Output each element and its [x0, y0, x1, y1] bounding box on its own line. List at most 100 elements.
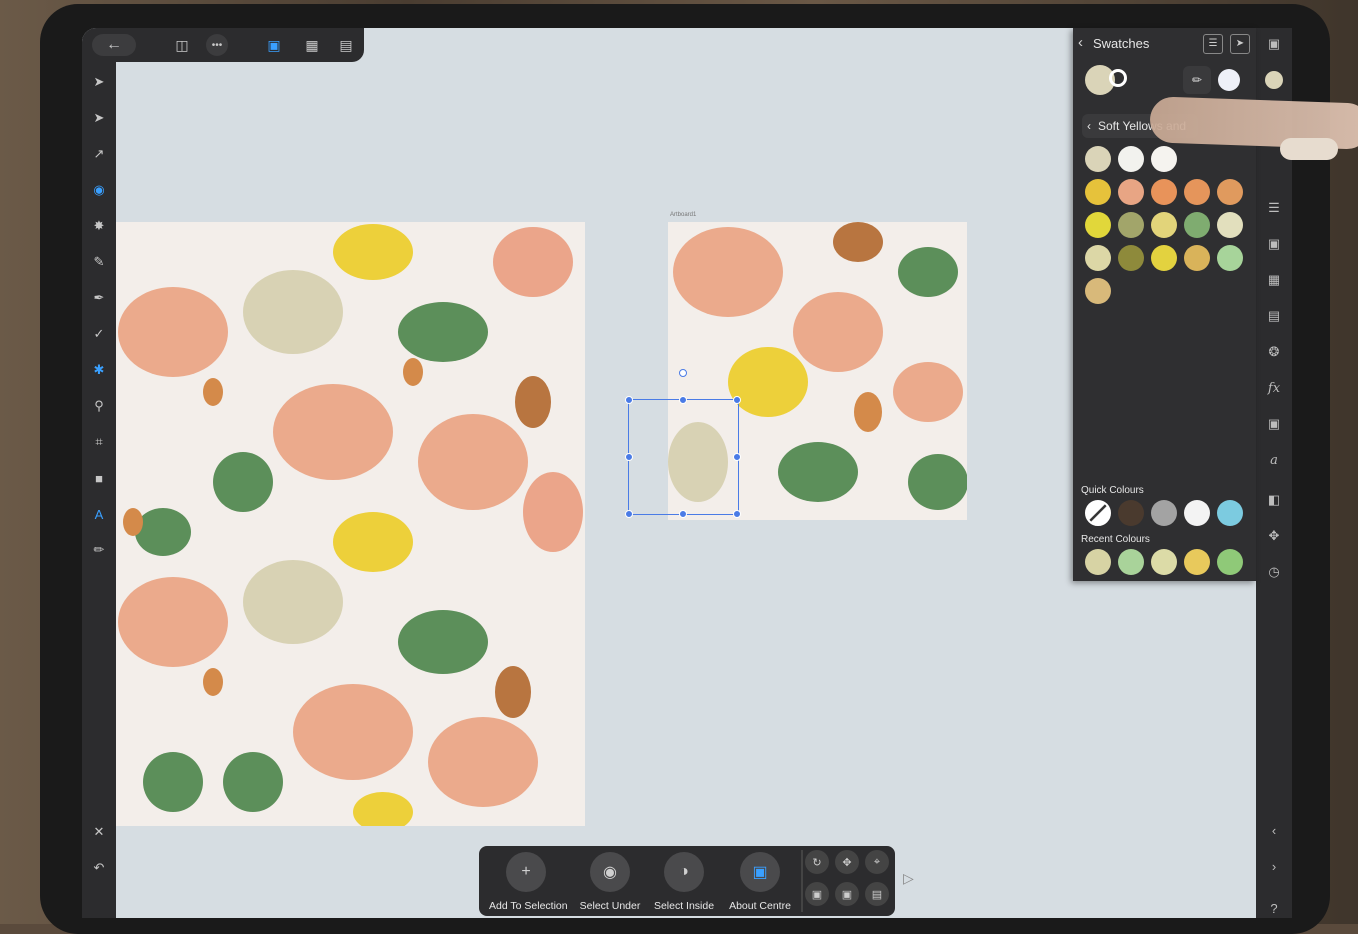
pixel-persona-icon[interactable]: ▣ [264, 34, 284, 56]
palette-swatch[interactable] [1118, 245, 1144, 271]
recent-colour-swatch[interactable] [1085, 549, 1111, 575]
selection-handle-ml[interactable] [625, 453, 633, 461]
palette-swatch[interactable] [1118, 146, 1144, 172]
eyedropper-icon[interactable]: ✏ [1183, 66, 1211, 94]
add-to-selection-button[interactable]: + Add To Selection [489, 852, 568, 912]
chevron-right-icon[interactable]: › [1264, 856, 1284, 876]
export-icon[interactable]: ▤ [336, 34, 356, 56]
recent-colour-swatch[interactable] [1217, 549, 1243, 575]
select-inside-label: Select Inside [653, 900, 715, 912]
palette-swatch[interactable] [1085, 278, 1111, 304]
divider [801, 850, 803, 912]
fill-tool-icon[interactable]: ✓ [89, 324, 109, 344]
palette-swatch[interactable] [1217, 245, 1243, 271]
transform-origin-icon[interactable]: ↻ [805, 850, 829, 874]
selection-bounding-box[interactable] [628, 399, 739, 515]
grid-icon[interactable]: ▦ [302, 34, 322, 56]
chevron-left-icon[interactable]: ‹ [1264, 820, 1284, 840]
corner-tool-icon[interactable]: ↗ [89, 144, 109, 164]
palette-swatch[interactable] [1151, 146, 1177, 172]
image-icon[interactable]: ▤ [1264, 306, 1284, 326]
history-icon[interactable]: ◷ [1264, 562, 1284, 582]
rotate-handle[interactable] [679, 369, 687, 377]
selection-handle-tl[interactable] [625, 396, 633, 404]
layers-icon[interactable]: ☰ [1264, 198, 1284, 218]
chevron-left-icon[interactable]: ‹ [1078, 34, 1083, 51]
quick-colour-swatch[interactable] [1085, 500, 1111, 526]
selection-handle-bc[interactable] [679, 510, 687, 518]
recent-colour-swatch[interactable] [1184, 549, 1210, 575]
palette-swatch[interactable] [1184, 212, 1210, 238]
palette-swatch[interactable] [1118, 179, 1144, 205]
select-inside-button[interactable]: ◑ Select Inside [647, 852, 721, 912]
crop-tool-icon[interactable]: ⌗ [89, 432, 109, 452]
pin-icon[interactable]: ➤ [1230, 34, 1250, 54]
palette-swatch[interactable] [1085, 212, 1111, 238]
palette-swatch[interactable] [1217, 212, 1243, 238]
selection-handle-mr[interactable] [733, 453, 741, 461]
help-icon[interactable]: ? [1264, 898, 1284, 918]
centre-box-icon[interactable]: ▣ [835, 882, 859, 906]
palette-swatch[interactable] [1184, 179, 1210, 205]
expand-toolbar-icon[interactable]: ▷ [903, 870, 914, 887]
swatches-grid-icon[interactable]: ▦ [1264, 270, 1284, 290]
fullscreen-icon[interactable]: ▣ [1264, 34, 1284, 54]
palette-swatch[interactable] [1118, 212, 1144, 238]
more-icon[interactable]: ••• [206, 34, 228, 56]
document-icon[interactable]: ◫ [172, 34, 192, 56]
quick-colour-swatch[interactable] [1184, 500, 1210, 526]
vector-brush-icon[interactable]: ✒ [89, 288, 109, 308]
palette-swatch[interactable] [1085, 179, 1111, 205]
quick-colour-swatch[interactable] [1151, 500, 1177, 526]
extra-colour-chip[interactable] [1218, 69, 1240, 91]
place-image-icon[interactable]: ⚲ [89, 396, 109, 416]
undo-icon[interactable]: ↶ [89, 858, 109, 878]
quick-colour-swatch[interactable] [1217, 500, 1243, 526]
effects-icon[interactable]: ▣ [1264, 234, 1284, 254]
selection-handle-tc[interactable] [679, 396, 687, 404]
move-origin-icon[interactable]: ✥ [835, 850, 859, 874]
colour-chip-icon[interactable] [1264, 70, 1284, 90]
stroke-colour-well[interactable] [1109, 69, 1127, 87]
palette-swatch[interactable] [1184, 245, 1210, 271]
shape-tool-icon[interactable]: ■ [89, 468, 109, 488]
close-icon[interactable]: ✕ [89, 822, 109, 842]
duplicate-icon[interactable]: ▤ [865, 882, 889, 906]
apple-pencil-tip [1280, 138, 1338, 160]
palette-swatch[interactable] [1151, 212, 1177, 238]
pen-tool-icon[interactable]: ◉ [89, 180, 109, 200]
scale-icon[interactable]: ⌖ [865, 850, 889, 874]
navigator-icon[interactable]: ✥ [1264, 526, 1284, 546]
select-inside-icon: ◑ [664, 852, 704, 892]
colour-picker-icon[interactable]: ✏ [89, 540, 109, 560]
recent-colour-swatch[interactable] [1151, 549, 1177, 575]
back-arrow-icon[interactable]: ← [92, 34, 136, 56]
list-view-icon[interactable]: ☰ [1203, 34, 1223, 54]
selection-handle-br[interactable] [733, 510, 741, 518]
pattern-preview[interactable] [113, 222, 585, 826]
select-under-button[interactable]: ◉ Select Under [573, 852, 647, 912]
about-centre-button[interactable]: ▣ About Centre [723, 852, 797, 912]
palette-swatch[interactable] [1151, 179, 1177, 205]
text-tool-icon[interactable]: A [89, 504, 109, 524]
move-tool-icon[interactable]: ➤ [89, 72, 109, 92]
palette-swatch[interactable] [1085, 146, 1111, 172]
aperture-icon[interactable]: ❂ [1264, 342, 1284, 362]
styles-icon[interactable]: ▣ [1264, 414, 1284, 434]
text-style-icon[interactable]: a [1264, 450, 1284, 470]
transparency-tool-icon[interactable]: ✱ [89, 360, 109, 380]
fx-icon[interactable]: fx [1264, 378, 1284, 398]
recent-colour-swatch[interactable] [1118, 549, 1144, 575]
palette-swatch[interactable] [1085, 245, 1111, 271]
palette-swatch[interactable] [1217, 179, 1243, 205]
contour-tool-icon[interactable]: ✸ [89, 216, 109, 236]
selection-handle-tr[interactable] [733, 396, 741, 404]
node-tool-icon[interactable]: ➤ [89, 108, 109, 128]
chevron-left-icon: ‹ [1087, 119, 1091, 133]
pencil-tool-icon[interactable]: ✎ [89, 252, 109, 272]
bounds-icon[interactable]: ▣ [805, 882, 829, 906]
palette-swatch[interactable] [1151, 245, 1177, 271]
quick-colour-swatch[interactable] [1118, 500, 1144, 526]
transform-icon[interactable]: ◧ [1264, 490, 1284, 510]
selection-handle-bl[interactable] [625, 510, 633, 518]
